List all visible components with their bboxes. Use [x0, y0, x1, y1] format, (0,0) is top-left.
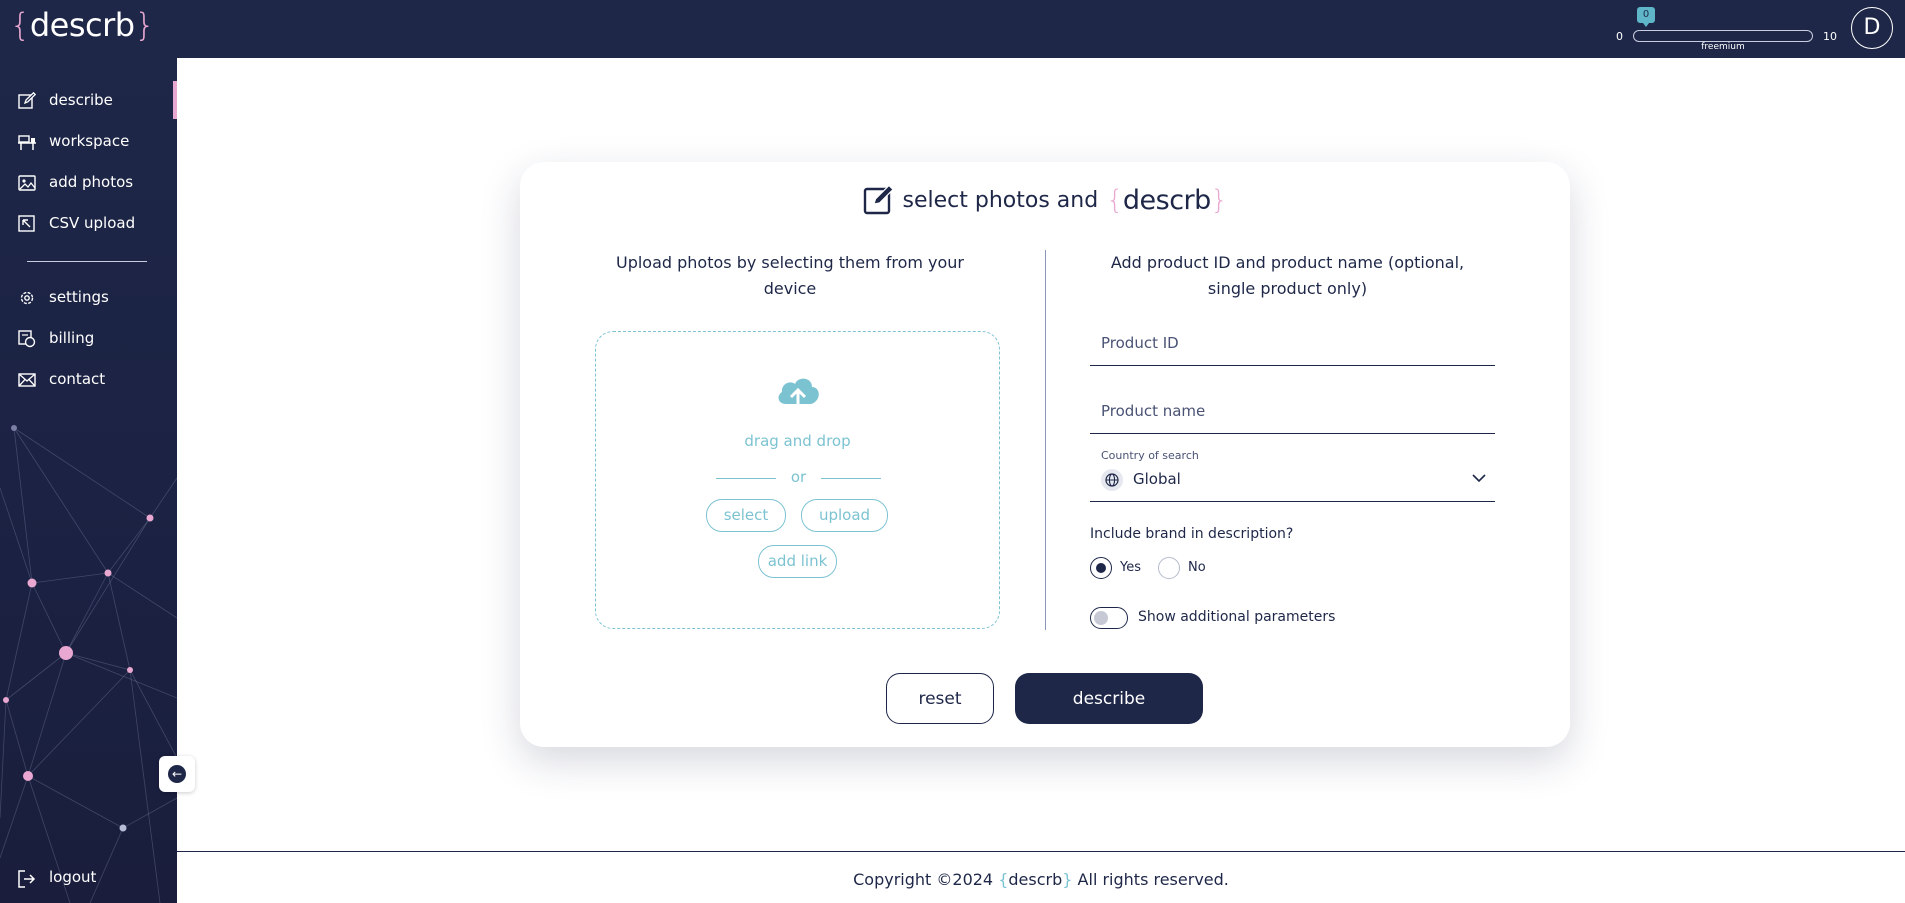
or-label: or	[790, 468, 807, 486]
footer-copyright: Copyright ©2024	[853, 870, 994, 889]
sidebar-item-billing[interactable]: billing	[0, 319, 177, 357]
brand-name: descrb	[1122, 184, 1211, 216]
footer: Copyright ©2024 {descrb} All rights rese…	[177, 870, 1905, 889]
product-instructions: Add product ID and product name (optiona…	[1110, 253, 1465, 298]
brand-brace-close: }	[1210, 184, 1228, 216]
select-button[interactable]: select	[706, 499, 786, 532]
sidebar-item-label: add photos	[49, 173, 134, 191]
logo-brace-close: }	[134, 6, 155, 44]
sidebar-item-label: billing	[49, 329, 95, 347]
sidebar-divider	[27, 261, 147, 262]
sidebar-item-label: describe	[49, 91, 113, 109]
image-icon	[18, 175, 36, 191]
country-select[interactable]: Country of search Global	[1090, 447, 1495, 502]
sidebar-item-label: contact	[49, 370, 106, 388]
column-divider	[1045, 250, 1046, 630]
user-avatar[interactable]: D	[1851, 7, 1893, 49]
sidebar-item-add-photos[interactable]: add photos	[0, 163, 177, 201]
edit-icon	[863, 184, 894, 215]
app-logo[interactable]: {descrb}	[10, 6, 155, 44]
radio-no-label: No	[1188, 560, 1206, 575]
card-title: select photos and {descrb}	[520, 184, 1570, 216]
footer-divider	[177, 851, 1905, 852]
drag-and-drop-label: drag and drop	[744, 432, 851, 450]
sidebar-item-label: CSV upload	[49, 214, 136, 232]
describe-button[interactable]: describe	[1015, 673, 1203, 724]
footer-brace-close: }	[1062, 870, 1073, 889]
sidebar-item-describe[interactable]: describe	[0, 81, 177, 119]
mail-icon	[18, 373, 36, 387]
logout-button[interactable]: logout	[0, 859, 177, 897]
plan-label: freemium	[1701, 42, 1745, 52]
arrow-left-icon: ←	[168, 765, 186, 783]
collapse-sidebar-button[interactable]: ←	[159, 756, 195, 792]
add-link-button[interactable]: add link	[758, 545, 837, 578]
top-bar: {descrb} 0 0 10 freemium D	[0, 0, 1905, 58]
radio-no[interactable]: No	[1158, 557, 1218, 581]
product-id-field	[1090, 320, 1495, 366]
usage-max: 10	[1823, 30, 1837, 43]
logo-brace-open: {	[10, 6, 30, 44]
gear-icon	[20, 291, 34, 305]
edit-icon	[18, 92, 36, 109]
usage-meter: 0 0 10 freemium	[1616, 6, 1837, 54]
or-line-right	[821, 478, 881, 479]
sidebar-item-csv-upload[interactable]: CSV upload	[0, 204, 177, 242]
additional-params-toggle[interactable]	[1090, 607, 1128, 629]
sidebar: describe workspace add photos CSV upload…	[0, 58, 177, 903]
billing-icon	[18, 330, 36, 348]
or-separator: or	[716, 468, 881, 488]
footer-brace-open: {	[998, 870, 1009, 889]
workspace-icon	[18, 135, 36, 150]
photo-dropzone[interactable]: drag and drop or select upload add link	[595, 331, 1000, 629]
globe-icon	[1101, 469, 1123, 491]
brand-brace-open: {	[1106, 184, 1123, 216]
logo-text: descrb	[29, 6, 135, 44]
cloud-upload-icon	[778, 378, 819, 414]
country-value: Global	[1133, 470, 1181, 488]
radio-yes[interactable]: Yes	[1090, 557, 1150, 581]
sidebar-item-label: settings	[49, 288, 109, 306]
footer-rights: All rights reserved.	[1077, 870, 1229, 889]
country-label: Country of search	[1101, 449, 1199, 462]
radio-no-circle	[1158, 557, 1180, 579]
describe-card: select photos and {descrb} Upload photos…	[520, 162, 1570, 747]
sidebar-item-label: workspace	[49, 132, 130, 150]
product-id-input[interactable]	[1090, 320, 1495, 365]
upload-button[interactable]: upload	[801, 499, 888, 532]
upload-instructions: Upload photos by selecting them from you…	[615, 253, 965, 298]
card-title-brand: {descrb}	[1106, 184, 1228, 216]
footer-brand: {descrb}	[998, 870, 1072, 889]
toggle-label: Show additional parameters	[1138, 609, 1336, 625]
sidebar-item-workspace[interactable]: workspace	[0, 122, 177, 160]
toggle-knob	[1094, 611, 1108, 625]
brand-question: Include brand in description?	[1090, 526, 1294, 542]
usage-progress-track	[1633, 30, 1813, 42]
footer-brand-name: descrb	[1008, 870, 1063, 889]
product-name-input[interactable]	[1090, 388, 1495, 433]
reset-button[interactable]: reset	[886, 673, 994, 724]
card-title-text: select photos and	[902, 187, 1099, 213]
logout-label: logout	[49, 868, 97, 886]
logout-icon	[18, 870, 36, 888]
product-name-field	[1090, 388, 1495, 434]
chevron-down-icon	[1472, 474, 1486, 483]
csv-upload-icon	[18, 215, 35, 232]
usage-count-badge: 0	[1637, 7, 1655, 27]
sidebar-item-contact[interactable]: contact	[0, 360, 177, 398]
usage-min: 0	[1616, 30, 1623, 43]
sidebar-item-settings[interactable]: settings	[0, 278, 177, 316]
radio-yes-circle	[1090, 557, 1112, 579]
radio-yes-label: Yes	[1120, 560, 1141, 575]
